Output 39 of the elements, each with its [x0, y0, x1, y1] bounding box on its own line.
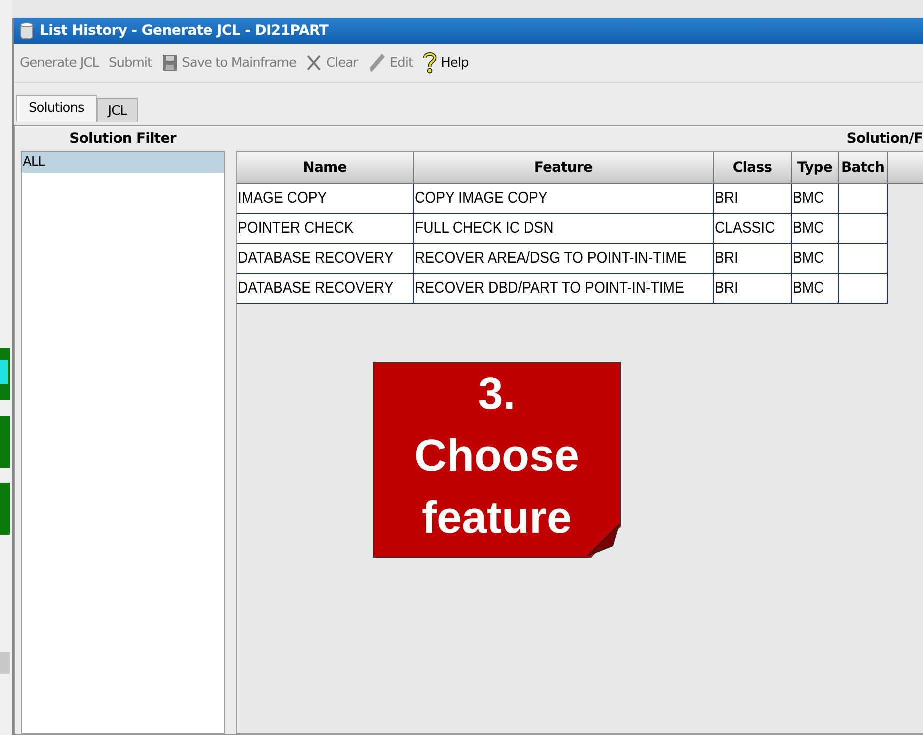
close-icon [306, 54, 322, 72]
table-cell: BRI [714, 274, 792, 303]
table-row[interactable]: DATABASE RECOVERY RECOVER AREA/DSG TO POINT-IN-TIME BRI BMC [237, 244, 888, 274]
table-cell: COPY IMAGE COPY [414, 184, 714, 213]
pencil-icon [368, 53, 386, 73]
table-cell: RECOVER AREA/DSG TO POINT-IN-TIME [414, 244, 714, 273]
callout-text: 3. Choose feature [414, 367, 580, 545]
table-cell: RECOVER DBD/PART TO POINT-IN-TIME [414, 274, 714, 303]
window-title: List History - Generate JCL - DI21PART [40, 23, 329, 39]
database-icon [20, 22, 34, 40]
toolbar-button[interactable]: Help [423, 52, 469, 74]
tab[interactable]: Solutions [16, 95, 98, 122]
table-cell: BMC [792, 214, 839, 243]
table-cell: BMC [792, 184, 839, 213]
panel-heading: Solution Filter [68, 130, 178, 149]
folded-corner-icon [587, 524, 620, 557]
table-cell: BRI [714, 184, 792, 213]
table-cell: BRI [714, 244, 792, 273]
table-cell: POINTER CHECK [237, 214, 414, 243]
column-header[interactable]: Class [714, 152, 792, 183]
table-cell: IMAGE COPY [237, 184, 414, 213]
help-icon [423, 52, 438, 74]
save-icon [162, 54, 178, 72]
table-cell: FULL CHECK IC DSN [414, 214, 714, 243]
column-header[interactable]: Batch [839, 152, 888, 183]
table-cell: BMC [792, 244, 839, 273]
panel-heading: Solution/F [846, 130, 923, 149]
column-header[interactable]: Type [792, 152, 839, 183]
tab[interactable]: JCL [97, 98, 138, 122]
table-row[interactable]: POINTER CHECK FULL CHECK IC DSN CLASSIC BMC [237, 214, 888, 244]
table-cell: DATABASE RECOVERY [237, 244, 414, 273]
list-item[interactable]: ALL [22, 152, 224, 173]
column-header[interactable]: Feature [414, 152, 714, 183]
column-header[interactable]: Name [237, 152, 414, 183]
table-row[interactable]: IMAGE COPY COPY IMAGE COPY BRI BMC [237, 184, 888, 214]
table-cell: CLASSIC [714, 214, 792, 243]
table-cell: BMC [792, 274, 839, 303]
table-cell: DATABASE RECOVERY [237, 274, 414, 303]
table-row[interactable]: DATABASE RECOVERY RECOVER DBD/PART TO POINT-IN-TIME BRI BMC [237, 274, 888, 304]
